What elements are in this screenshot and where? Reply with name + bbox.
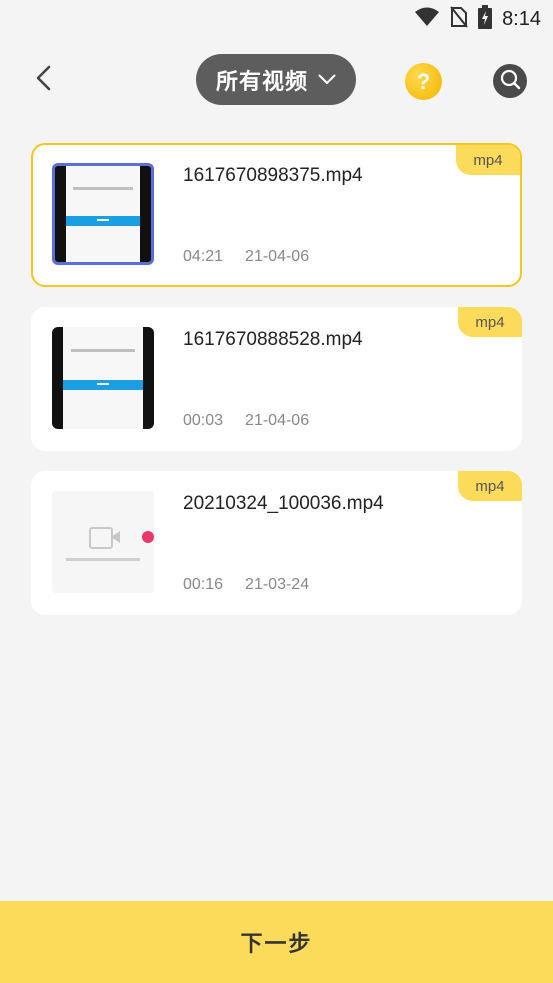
file-type-tag: mp4 xyxy=(458,307,522,337)
video-thumbnail xyxy=(52,491,154,593)
video-duration: 00:03 xyxy=(183,412,224,429)
video-filename: 1617670898375.mp4 xyxy=(183,165,363,186)
video-thumbnail xyxy=(52,163,154,265)
chevron-left-icon xyxy=(35,65,51,95)
video-meta: 04:21 21-04-06 xyxy=(183,248,309,266)
record-badge-icon xyxy=(142,531,154,543)
video-list: 1617670898375.mp4 04:21 21-04-06 mp4 161… xyxy=(31,143,522,635)
help-icon: ? xyxy=(416,68,431,94)
video-date: 21-04-06 xyxy=(245,248,310,265)
status-time: 8:14 xyxy=(502,7,541,30)
video-meta: 00:03 21-04-06 xyxy=(183,412,309,430)
video-date: 21-04-06 xyxy=(245,412,310,429)
chevron-down-icon xyxy=(318,70,336,89)
top-bar: 所有视频 ? xyxy=(0,37,553,123)
status-bar: 8:14 xyxy=(0,0,553,37)
status-icons: 8:14 xyxy=(414,5,541,33)
video-duration: 04:21 xyxy=(183,248,224,265)
video-filename: 1617670888528.mp4 xyxy=(183,329,363,350)
video-filename: 20210324_100036.mp4 xyxy=(183,493,384,514)
back-button[interactable] xyxy=(28,63,58,97)
album-selector-dropdown[interactable]: 所有视频 xyxy=(196,54,356,105)
no-sim-icon xyxy=(450,6,468,32)
search-button[interactable] xyxy=(493,64,527,98)
video-item[interactable]: 1617670898375.mp4 04:21 21-04-06 mp4 xyxy=(31,143,522,287)
video-camera-icon xyxy=(89,527,113,549)
battery-charging-icon xyxy=(478,5,493,33)
video-meta: 00:16 21-03-24 xyxy=(183,576,309,594)
help-button[interactable]: ? xyxy=(405,63,442,100)
video-duration: 00:16 xyxy=(183,576,224,593)
video-item[interactable]: 1617670888528.mp4 00:03 21-04-06 mp4 xyxy=(31,307,522,451)
video-item[interactable]: 20210324_100036.mp4 00:16 21-03-24 mp4 xyxy=(31,471,522,615)
file-type-tag: mp4 xyxy=(458,471,522,501)
next-step-label: 下一步 xyxy=(240,932,313,957)
video-thumbnail xyxy=(52,327,154,429)
search-icon xyxy=(499,68,521,94)
album-title: 所有视频 xyxy=(215,69,308,95)
next-step-button[interactable]: 下一步 xyxy=(0,901,553,983)
video-date: 21-03-24 xyxy=(245,576,310,593)
file-type-tag: mp4 xyxy=(456,145,520,175)
wifi-icon xyxy=(414,7,440,31)
